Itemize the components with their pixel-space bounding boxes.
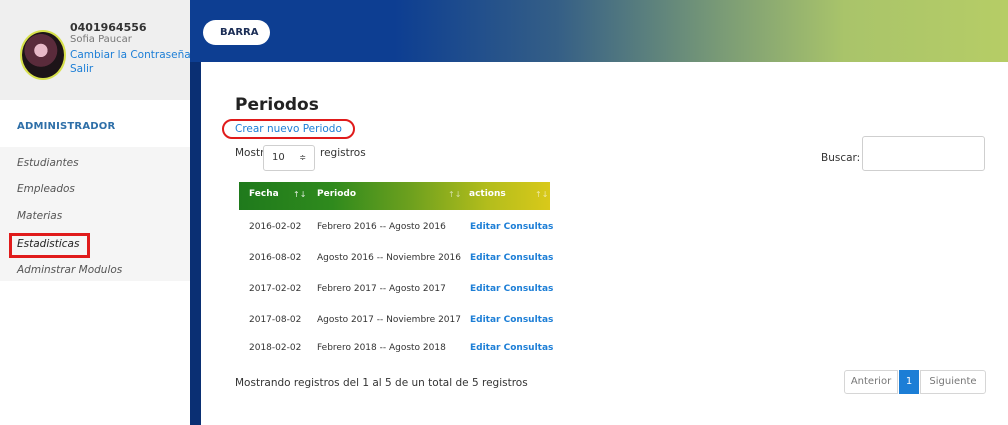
page-size-select[interactable]: 10 ≑ [263,145,315,171]
cell-periodo: Agosto 2017 -- Noviembre 2017 [317,315,461,325]
edit-consultas-link[interactable]: Editar Consultas [470,222,553,232]
cell-fecha: 2017-02-02 [249,284,302,294]
cell-periodo: Agosto 2016 -- Noviembre 2016 [317,253,461,263]
cell-periodo: Febrero 2018 -- Agosto 2018 [317,343,446,353]
sidebar-item-estudiantes[interactable]: Estudiantes [17,157,79,169]
sort-icon: ↑↓ [293,190,307,199]
role-title: ADMINISTRADOR [17,121,116,132]
user-id: 0401964556 [70,21,147,34]
sort-icon: ↑↓ [535,190,549,199]
cell-fecha: 2017-08-02 [249,315,302,325]
column-header-actions[interactable]: actions [469,189,506,199]
table-info: Mostrando registros del 1 al 5 de un tot… [235,377,528,389]
edit-consultas-link[interactable]: Editar Consultas [470,284,553,294]
change-password-link[interactable]: Cambiar la Contraseña [70,49,191,61]
avatar [20,30,66,80]
sidebar-item-administrar-modulos[interactable]: Adminstrar Modulos [17,264,122,276]
page-title: Periodos [235,95,319,115]
sidebar-item-materias[interactable]: Materias [17,210,62,222]
user-name: Sofia Paucar [70,34,132,45]
cell-fecha: 2016-08-02 [249,253,302,263]
sidebar-divider [190,0,201,425]
records-label: registros [320,147,366,159]
pagination-previous[interactable]: Anterior [844,370,898,394]
barra-button[interactable]: BARRA [203,20,270,45]
edit-consultas-link[interactable]: Editar Consultas [470,343,553,353]
sidebar-item-empleados[interactable]: Empleados [17,183,75,195]
sort-icon: ↑↓ [448,190,462,199]
search-input[interactable] [862,136,985,171]
column-header-fecha[interactable]: Fecha [249,189,279,199]
top-bar [190,0,1008,62]
cell-fecha: 2018-02-02 [249,343,302,353]
pagination-page-1[interactable]: 1 [899,370,919,394]
search-label: Buscar: [821,152,861,164]
cell-periodo: Febrero 2016 -- Agosto 2016 [317,222,446,232]
cell-periodo: Febrero 2017 -- Agosto 2017 [317,284,446,294]
pagination-next[interactable]: Siguiente [920,370,986,394]
highlight-box [9,233,90,258]
logout-link[interactable]: Salir [70,63,93,75]
select-arrow-icon: ≑ [299,153,306,162]
column-header-periodo[interactable]: Periodo [317,189,356,199]
highlight-oval [222,119,355,139]
cell-fecha: 2016-02-02 [249,222,302,232]
edit-consultas-link[interactable]: Editar Consultas [470,315,553,325]
edit-consultas-link[interactable]: Editar Consultas [470,253,553,263]
page-size-value: 10 [272,152,285,163]
